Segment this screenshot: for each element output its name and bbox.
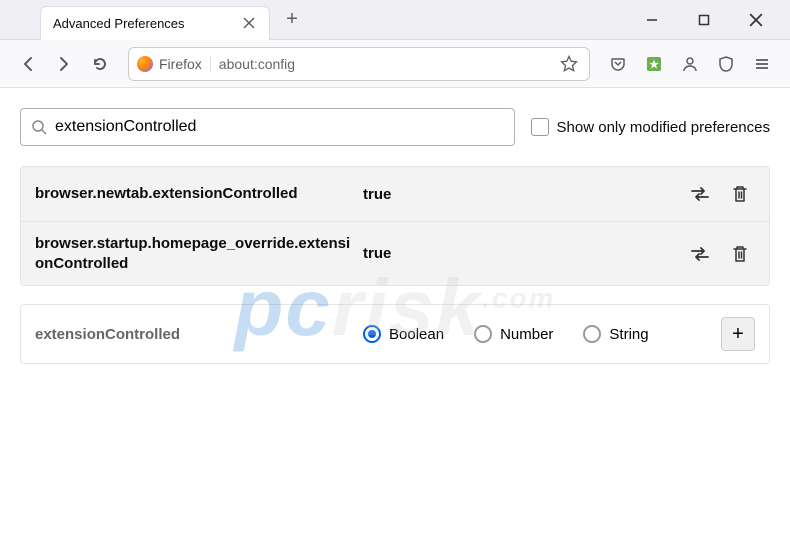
radio-icon xyxy=(474,325,492,343)
pref-row: browser.newtab.extensionControlled true xyxy=(21,167,769,222)
maximize-button[interactable] xyxy=(682,5,726,35)
identity-label: Firefox xyxy=(159,56,202,72)
back-button[interactable] xyxy=(12,48,44,80)
browser-tab[interactable]: Advanced Preferences xyxy=(40,6,270,40)
extension-icon[interactable]: ★ xyxy=(638,48,670,80)
protection-icon[interactable] xyxy=(710,48,742,80)
add-pref-row: extensionControlled Boolean Number Strin… xyxy=(21,305,769,363)
minimize-button[interactable] xyxy=(630,5,674,35)
radio-label: Number xyxy=(500,326,553,343)
pref-table: browser.newtab.extensionControlled true … xyxy=(20,166,770,286)
show-modified-checkbox[interactable]: Show only modified preferences xyxy=(531,118,770,136)
pref-search-input[interactable] xyxy=(55,118,504,136)
type-number-radio[interactable]: Number xyxy=(474,325,553,343)
bookmark-star-icon[interactable] xyxy=(557,52,581,76)
add-pref-button[interactable]: + xyxy=(721,317,755,351)
pref-value: true xyxy=(355,186,685,203)
pref-actions xyxy=(685,239,755,269)
checkbox-icon xyxy=(531,118,549,136)
close-window-button[interactable] xyxy=(734,5,778,35)
type-boolean-radio[interactable]: Boolean xyxy=(363,325,444,343)
radio-label: String xyxy=(609,326,648,343)
svg-text:★: ★ xyxy=(649,59,659,71)
new-pref-name: extensionControlled xyxy=(35,326,355,343)
radio-icon xyxy=(583,325,601,343)
window-controls xyxy=(630,5,790,35)
pocket-icon[interactable] xyxy=(602,48,634,80)
url-input[interactable] xyxy=(211,56,557,72)
pref-value: true xyxy=(355,245,685,262)
menu-button[interactable] xyxy=(746,48,778,80)
pref-row: browser.startup.homepage_override.extens… xyxy=(21,222,769,285)
url-bar[interactable]: Firefox xyxy=(128,47,590,81)
pref-name: browser.newtab.extensionControlled xyxy=(35,184,355,204)
close-tab-button[interactable] xyxy=(241,15,257,31)
new-tab-button[interactable]: + xyxy=(278,6,306,34)
identity-box[interactable]: Firefox xyxy=(137,56,211,72)
toggle-button[interactable] xyxy=(685,239,715,269)
search-box[interactable] xyxy=(20,108,515,146)
type-radio-group: Boolean Number String xyxy=(355,325,721,343)
search-icon xyxy=(31,119,47,135)
firefox-icon xyxy=(137,56,153,72)
radio-label: Boolean xyxy=(389,326,444,343)
delete-button[interactable] xyxy=(725,239,755,269)
navigation-toolbar: Firefox ★ xyxy=(0,40,790,88)
search-row: Show only modified preferences xyxy=(20,108,770,146)
pref-name: browser.startup.homepage_override.extens… xyxy=(35,234,355,273)
tab-title: Advanced Preferences xyxy=(53,16,241,31)
titlebar: Advanced Preferences + xyxy=(0,0,790,40)
reload-button[interactable] xyxy=(84,48,116,80)
type-string-radio[interactable]: String xyxy=(583,325,648,343)
add-pref-panel: extensionControlled Boolean Number Strin… xyxy=(20,304,770,364)
delete-button[interactable] xyxy=(725,179,755,209)
forward-button[interactable] xyxy=(48,48,80,80)
pref-actions xyxy=(685,179,755,209)
radio-icon xyxy=(363,325,381,343)
account-icon[interactable] xyxy=(674,48,706,80)
toggle-button[interactable] xyxy=(685,179,715,209)
show-modified-label: Show only modified preferences xyxy=(557,119,770,136)
page-content: Show only modified preferences browser.n… xyxy=(0,88,790,384)
